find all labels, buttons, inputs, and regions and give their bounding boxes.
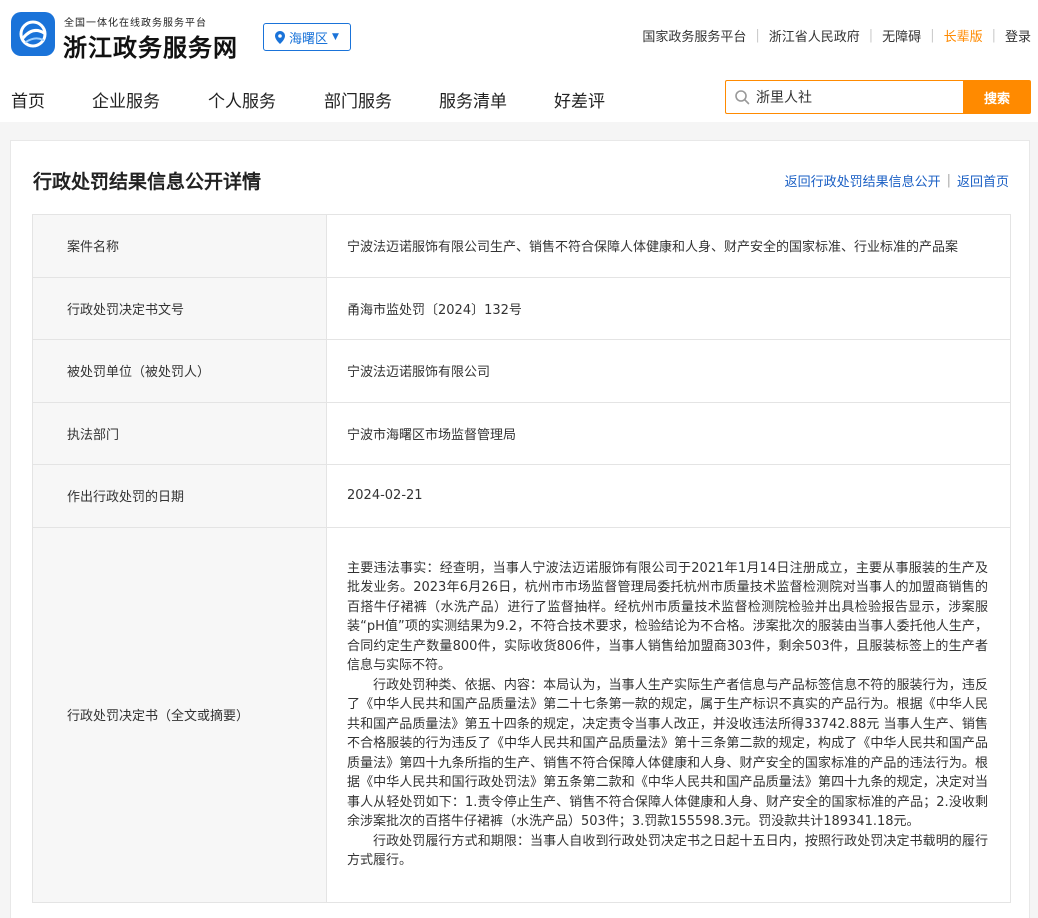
- row-value-penalized-party: 宁波法迈诺服饰有限公司: [326, 339, 1011, 403]
- row-label-case-name: 案件名称: [32, 214, 327, 278]
- search-icon: [735, 90, 750, 105]
- page-title: 行政处罚结果信息公开详情: [33, 171, 262, 193]
- logo-subtitle: 全国一体化在线政务服务平台: [64, 18, 207, 29]
- table-row: 案件名称 宁波法迈诺服饰有限公司生产、销售不符合保障人体健康和人身、财产安全的国…: [32, 214, 1011, 278]
- link-national-platform[interactable]: 国家政务服务平台: [642, 26, 746, 45]
- row-value-decision: 主要违法事实：经查明，当事人宁波法迈诺服饰有限公司于2021年1月14日注册成立…: [326, 526, 1011, 903]
- link-login[interactable]: 登录: [1005, 26, 1031, 45]
- nav-personal-services[interactable]: 个人服务: [208, 87, 276, 112]
- page-links: 返回行政处罚结果信息公开 | 返回首页: [785, 171, 1009, 190]
- nav-home[interactable]: 首页: [11, 87, 45, 112]
- nav-enterprise-services[interactable]: 企业服务: [92, 87, 160, 112]
- logo-title[interactable]: 浙江政务服务网: [63, 28, 238, 63]
- nav-evaluation[interactable]: 好差评: [554, 87, 605, 112]
- region-label: 海曙区: [289, 31, 329, 47]
- divider: |: [930, 28, 935, 43]
- back-to-home-link[interactable]: 返回首页: [957, 171, 1009, 190]
- row-label-penalized-party: 被处罚单位（被处罚人）: [32, 339, 327, 403]
- row-value-case-name: 宁波法迈诺服饰有限公司生产、销售不符合保障人体健康和人身、财产安全的国家标准、行…: [326, 214, 1011, 278]
- row-label-enforcement-department: 执法部门: [32, 401, 327, 465]
- divider: |: [868, 28, 874, 43]
- table-row: 作出行政处罚的日期 2024-02-21: [32, 464, 1011, 528]
- row-value-enforcement-department: 宁波市海曙区市场监督管理局: [326, 401, 1011, 465]
- row-label-document-number: 行政处罚决定书文号: [32, 276, 327, 340]
- decision-paragraph-facts: 主要违法事实：经查明，当事人宁波法迈诺服饰有限公司于2021年1月14日注册成立…: [347, 560, 988, 674]
- link-accessibility[interactable]: 无障碍: [882, 26, 921, 45]
- search-input[interactable]: [756, 89, 946, 105]
- caret-down-icon: ▼: [332, 32, 339, 42]
- divider: |: [946, 173, 951, 188]
- row-value-document-number: 甬海市监处罚〔2024〕132号: [326, 276, 1011, 340]
- top-links: 国家政务服务平台 | 浙江省人民政府 | 无障碍 | 长辈版 | 登录: [642, 26, 1031, 45]
- detail-panel: 行政处罚结果信息公开详情 返回行政处罚结果信息公开 | 返回首页 案件名称 宁波…: [10, 140, 1030, 918]
- table-row: 行政处罚决定书（全文或摘要） 主要违法事实：经查明，当事人宁波法迈诺服饰有限公司…: [32, 526, 1011, 903]
- region-selector[interactable]: 海曙区 ▼: [263, 23, 351, 51]
- row-value-penalty-date: 2024-02-21: [326, 464, 1011, 528]
- decision-paragraph-penalty: 行政处罚种类、依据、内容：本局认为，当事人生产实际生产者信息与产品标签信息不符的…: [347, 677, 988, 830]
- link-elder-mode[interactable]: 长辈版: [944, 26, 983, 45]
- row-label-decision: 行政处罚决定书（全文或摘要）: [32, 526, 327, 903]
- nav-department-services[interactable]: 部门服务: [324, 87, 392, 112]
- top-header: 全国一体化在线政务服务平台 浙江政务服务网 海曙区 ▼ 国家政务服务平台 | 浙…: [0, 0, 1038, 70]
- back-to-list-link[interactable]: 返回行政处罚结果信息公开: [785, 171, 941, 190]
- zhejiang-logo-icon[interactable]: [11, 12, 55, 56]
- nav-service-list[interactable]: 服务清单: [439, 87, 507, 112]
- table-row: 执法部门 宁波市海曙区市场监督管理局: [32, 401, 1011, 465]
- link-provincial-government[interactable]: 浙江省人民政府: [769, 26, 860, 45]
- search-box: [725, 80, 963, 114]
- divider: |: [991, 28, 996, 43]
- search-button[interactable]: 搜索: [963, 80, 1031, 114]
- divider: |: [755, 28, 760, 43]
- location-pin-icon: [275, 30, 286, 44]
- detail-table: 案件名称 宁波法迈诺服饰有限公司生产、销售不符合保障人体健康和人身、财产安全的国…: [32, 214, 1011, 903]
- row-label-penalty-date: 作出行政处罚的日期: [32, 464, 327, 528]
- table-row: 被处罚单位（被处罚人） 宁波法迈诺服饰有限公司: [32, 339, 1011, 403]
- decision-paragraph-fulfillment: 行政处罚履行方式和期限：当事人自收到行政处罚决定书之日起十五日内，按照行政处罚决…: [347, 833, 988, 869]
- table-row: 行政处罚决定书文号 甬海市监处罚〔2024〕132号: [32, 276, 1011, 340]
